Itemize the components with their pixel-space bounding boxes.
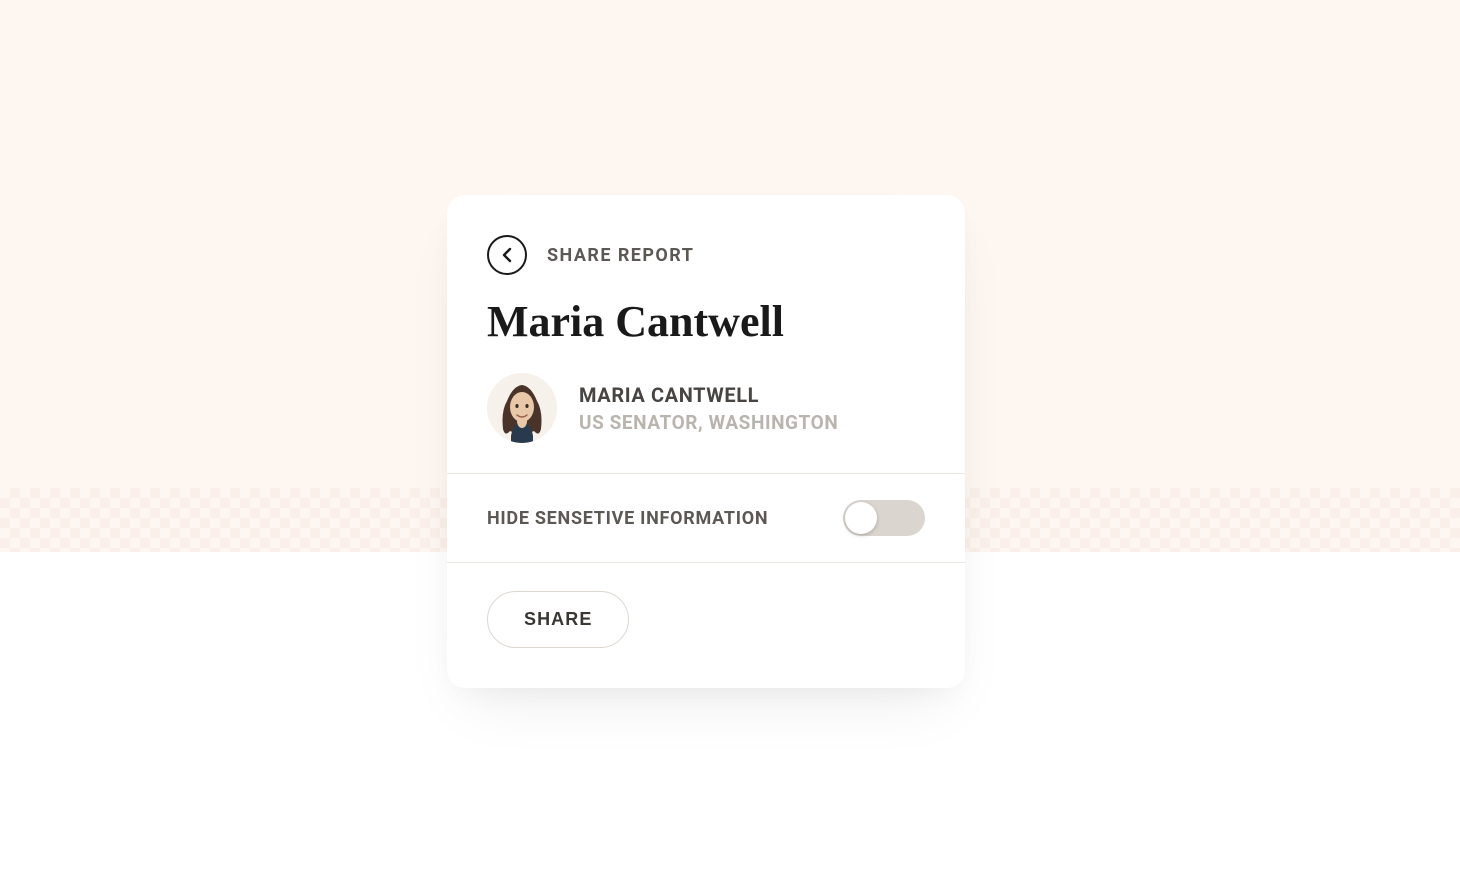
avatar-image — [487, 373, 557, 443]
person-name-heading: Maria Cantwell — [487, 299, 925, 345]
hide-sensitive-label: HIDE SENSETIVE INFORMATION — [487, 508, 768, 529]
header-row: SHARE REPORT — [487, 235, 925, 275]
toggle-knob — [845, 502, 877, 534]
profile-text: MARIA CANTWELL US SENATOR, WASHINGTON — [579, 383, 838, 434]
chevron-left-icon — [502, 247, 512, 263]
share-report-card: SHARE REPORT Maria Cantwell — [447, 195, 965, 688]
hide-sensitive-toggle[interactable] — [843, 500, 925, 536]
footer-row: SHARE — [447, 563, 965, 688]
avatar — [487, 373, 557, 443]
profile-name: MARIA CANTWELL — [579, 383, 838, 407]
card-header: SHARE REPORT Maria Cantwell — [447, 195, 965, 473]
share-button[interactable]: SHARE — [487, 591, 629, 648]
back-button[interactable] — [487, 235, 527, 275]
profile-title: US SENATOR, WASHINGTON — [579, 411, 838, 434]
profile-row: MARIA CANTWELL US SENATOR, WASHINGTON — [487, 373, 925, 473]
header-label: SHARE REPORT — [547, 245, 694, 266]
toggle-row: HIDE SENSETIVE INFORMATION — [447, 474, 965, 562]
